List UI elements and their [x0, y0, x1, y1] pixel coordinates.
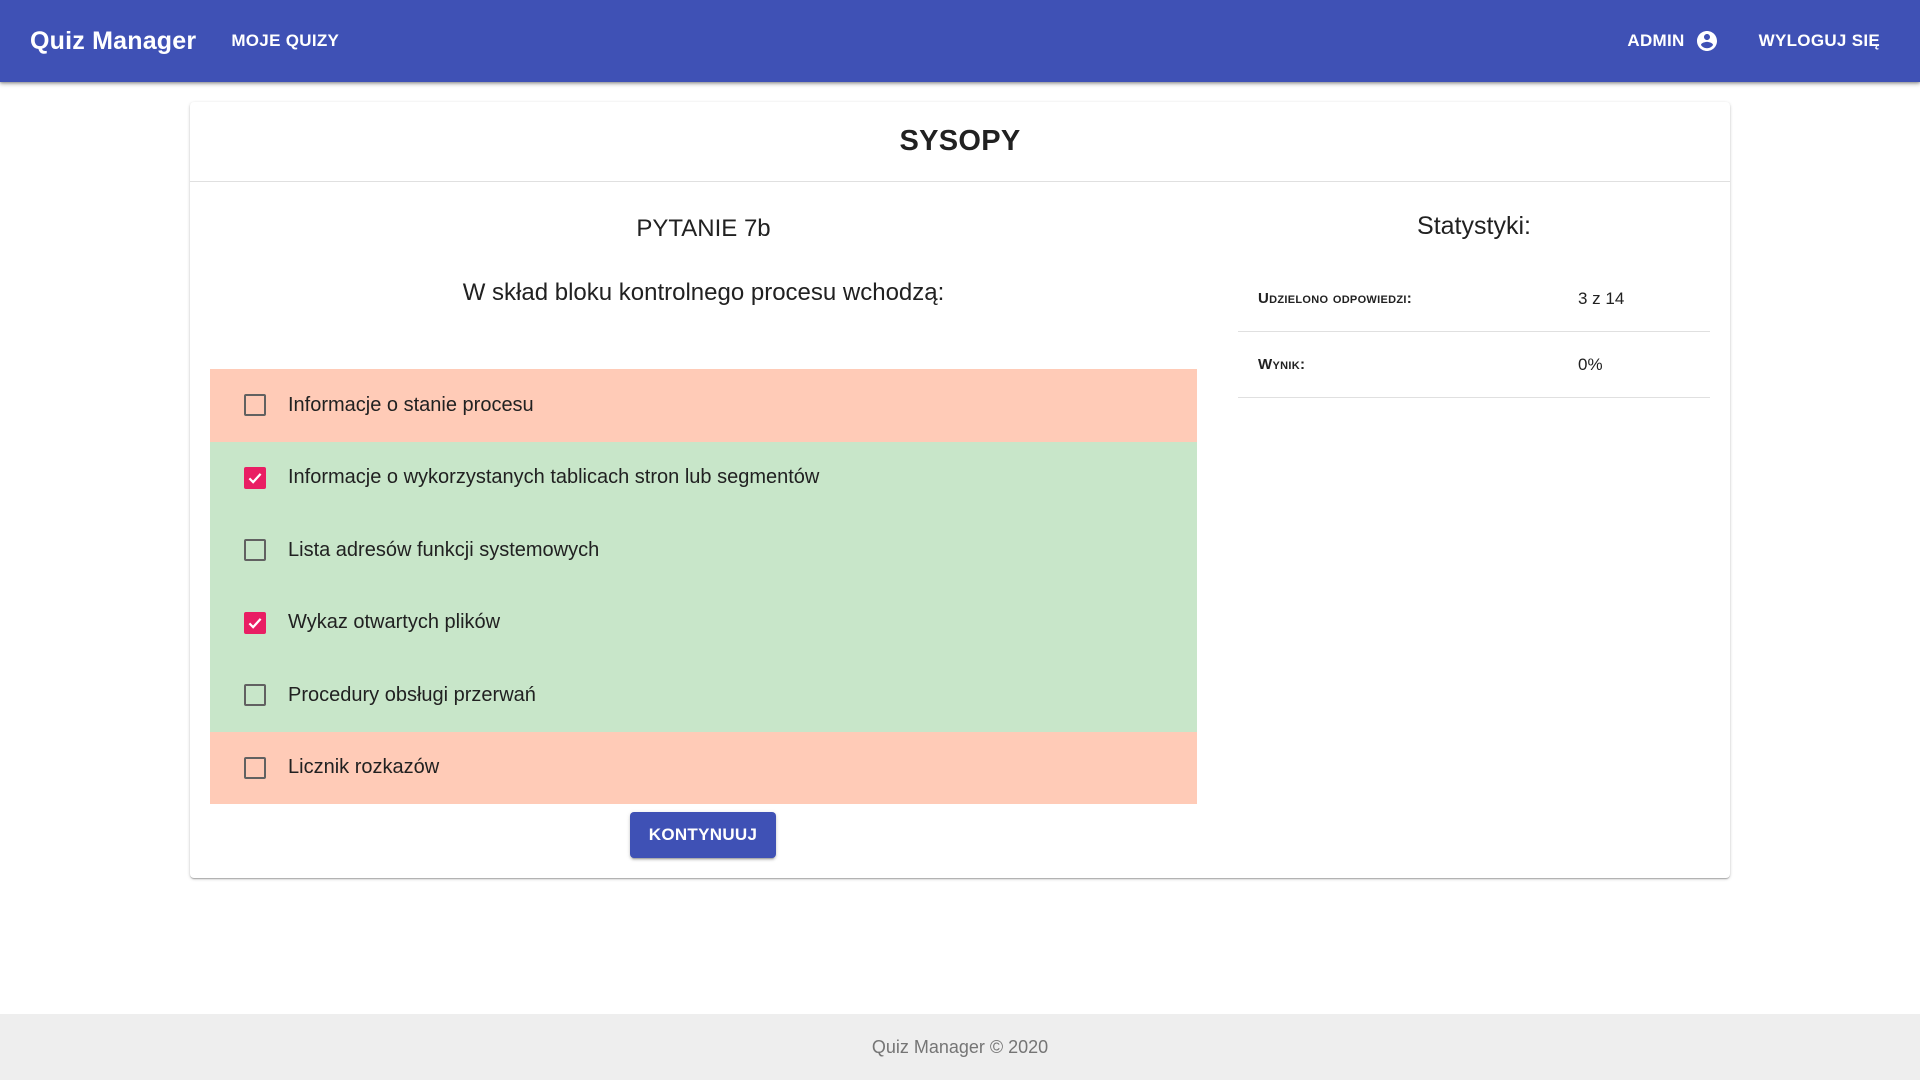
admin-button[interactable]: ADMIN: [1627, 29, 1718, 53]
stats-label: Udzielono odpowiedzi:: [1258, 290, 1413, 307]
answer-label: Procedury obsługi przerwań: [288, 683, 536, 706]
checkbox-checked[interactable]: [244, 466, 266, 489]
footer-text: Quiz Manager © 2020: [871, 1036, 1049, 1057]
admin-label: ADMIN: [1627, 31, 1685, 50]
stats-row-score: Wynik: 0%: [1238, 332, 1710, 398]
app-bar: Quiz Manager MOJE QUIZY ADMIN WYLOGUJ SI…: [0, 0, 1920, 82]
my-quizzes-button[interactable]: MOJE QUIZY: [231, 31, 339, 51]
question-panel: PYTANIE 7b W skład bloku kontrolnego pro…: [210, 182, 1197, 310]
footer: Quiz Manager © 2020: [0, 1014, 1920, 1080]
answer-label: Wykaz otwartych plików: [288, 611, 501, 634]
question-number: PYTANIE 7b: [636, 215, 771, 242]
question-text: W skład bloku kontrolnego procesu wchodz…: [462, 279, 945, 306]
app-brand[interactable]: Quiz Manager: [30, 27, 196, 56]
stats-panel: Statystyki: Udzielono odpowiedzi: 3 z 14…: [1238, 182, 1710, 398]
answer-list: Informacje o stanie procesu Informacje o …: [210, 369, 1197, 804]
stats-label: Wynik:: [1258, 356, 1306, 373]
quiz-title: SYSOPY: [899, 125, 1021, 157]
answer-label: Informacje o stanie procesu: [288, 393, 534, 416]
checkbox-checked[interactable]: [244, 611, 266, 634]
continue-button[interactable]: KONTYNUUJ: [630, 812, 776, 858]
answer-option[interactable]: Wykaz otwartych plików: [210, 586, 1197, 659]
logout-button[interactable]: WYLOGUJ SIĘ: [1759, 31, 1880, 51]
account-circle-icon: [1696, 31, 1717, 51]
answer-option[interactable]: Lista adresów funkcji systemowych: [210, 514, 1197, 587]
stats-row-answered: Udzielono odpowiedzi: 3 z 14: [1238, 266, 1710, 332]
checkbox-unchecked[interactable]: [244, 394, 266, 417]
answer-option[interactable]: Informacje o stanie procesu: [210, 369, 1197, 442]
check-icon: [248, 617, 262, 629]
checkbox-unchecked[interactable]: [244, 539, 266, 562]
stats-value: 0%: [1578, 354, 1603, 374]
answer-option[interactable]: Informacje o wykorzystanych tablicach st…: [210, 441, 1197, 514]
card-header: SYSOPY: [190, 102, 1730, 182]
checkbox-unchecked[interactable]: [244, 684, 266, 707]
answer-label: Lista adresów funkcji systemowych: [288, 538, 600, 561]
answer-option[interactable]: Licznik rozkazów: [210, 731, 1197, 804]
answer-label: Informacje o wykorzystanych tablicach st…: [288, 466, 820, 489]
quiz-card: SYSOPY PYTANIE 7b W skład bloku kontroln…: [190, 102, 1730, 878]
checkbox-unchecked[interactable]: [244, 756, 266, 779]
stats-table: Udzielono odpowiedzi: 3 z 14 Wynik: 0%: [1238, 266, 1710, 398]
stats-value: 3 z 14: [1578, 288, 1625, 308]
check-icon: [248, 472, 262, 484]
answer-option[interactable]: Procedury obsługi przerwań: [210, 659, 1197, 732]
answer-label: Licznik rozkazów: [288, 756, 440, 779]
stats-title: Statystyki:: [1417, 212, 1531, 240]
